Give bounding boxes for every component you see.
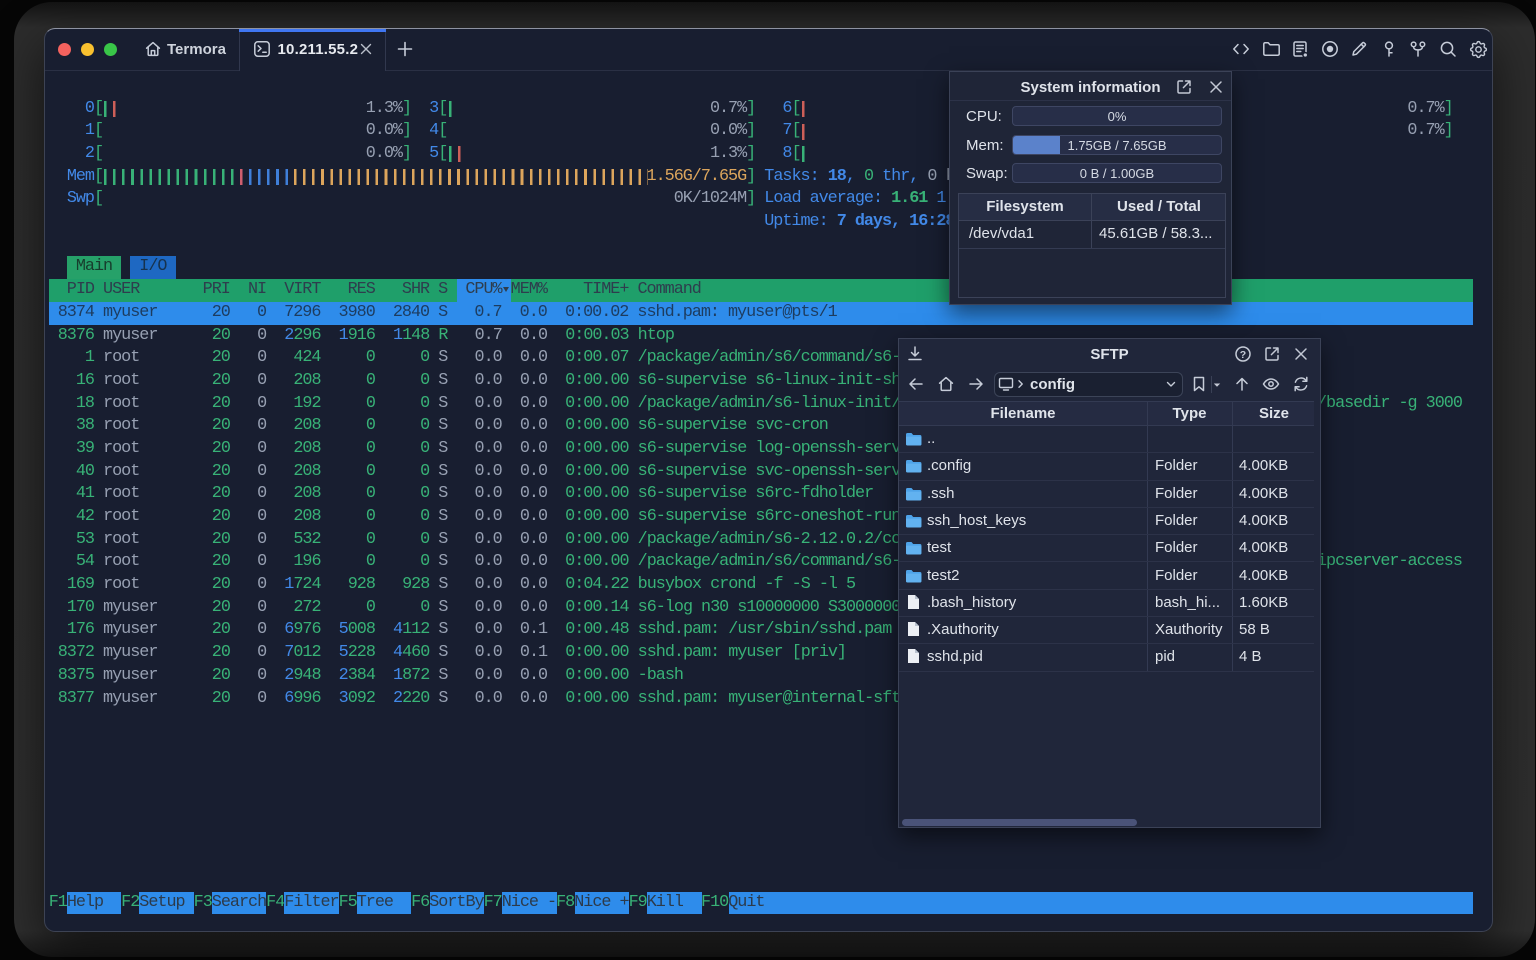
svg-text:?: ?	[1240, 349, 1246, 361]
